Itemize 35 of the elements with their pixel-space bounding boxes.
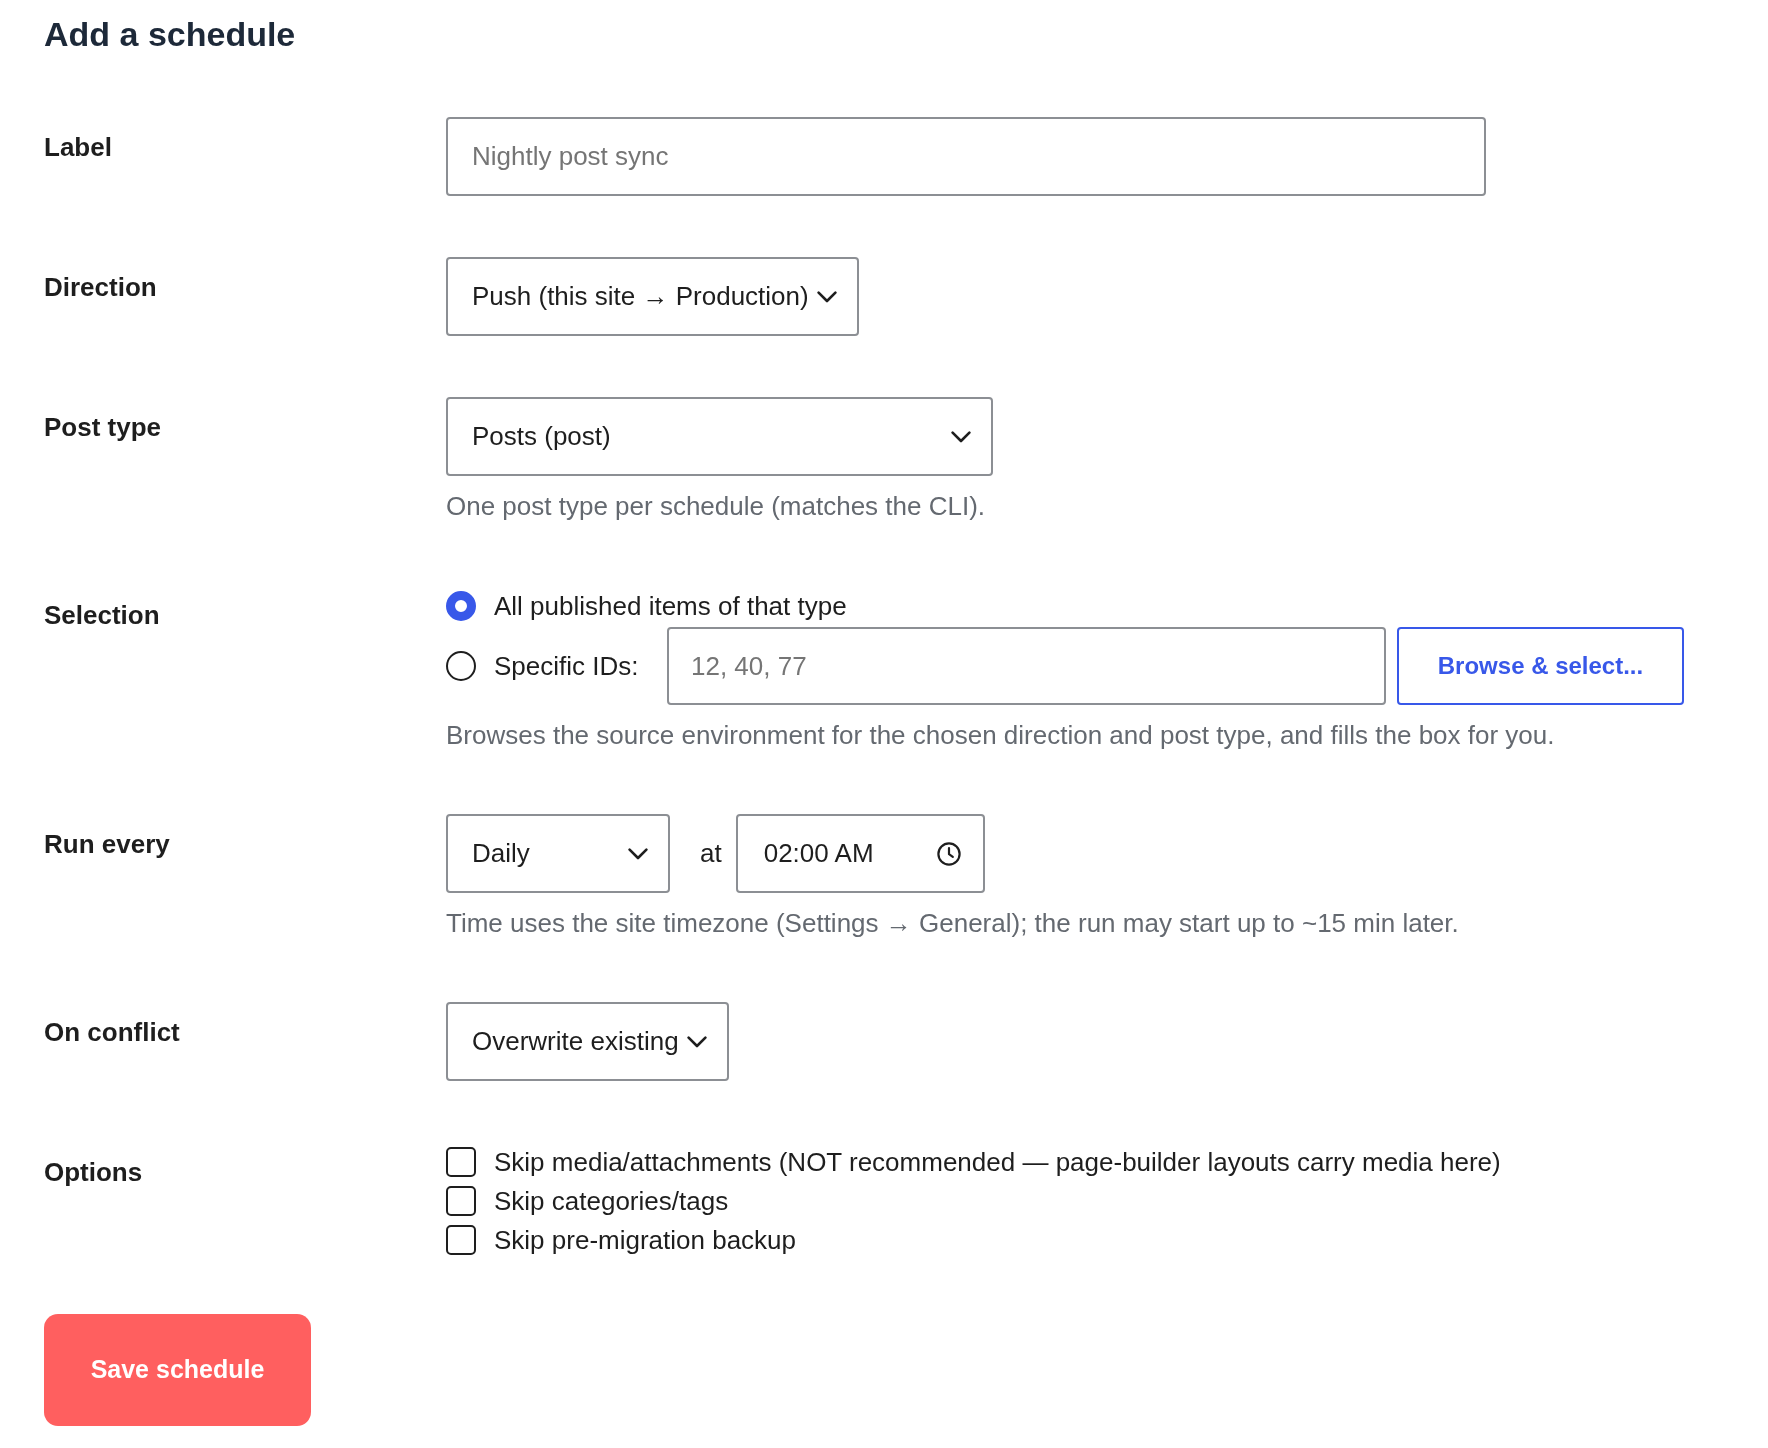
checkbox[interactable] xyxy=(446,1185,476,1216)
time-field[interactable]: 02:00 AM xyxy=(735,814,985,893)
field-label: Selection xyxy=(44,599,161,631)
checkbox-label: Skip media/attachments (NOT recommended — page-builder layouts carry media here) xyxy=(494,1145,1501,1179)
checkbox-label: Skip pre-migration backup xyxy=(494,1223,797,1257)
ids-input[interactable]: 12, 40, 77 xyxy=(667,627,1386,705)
radio-label: Specific IDs: xyxy=(494,650,640,683)
field-label: Run every xyxy=(44,828,171,860)
page-title: Add a schedule xyxy=(44,14,296,55)
chevron-down-icon xyxy=(628,847,648,860)
at-label: at xyxy=(700,837,722,870)
checkbox-label: Skip categories/tags xyxy=(494,1184,729,1218)
checkbox[interactable] xyxy=(446,1146,476,1177)
chevron-down-icon xyxy=(686,1035,707,1048)
checkbox[interactable] xyxy=(446,1224,476,1255)
field-label: Direction xyxy=(44,271,158,303)
chevron-down-icon xyxy=(816,290,837,303)
radio-label: All published items of that type xyxy=(494,590,847,623)
text-input[interactable]: Nightly post sync xyxy=(446,117,1486,196)
frequency-select[interactable]: Daily xyxy=(446,814,670,893)
radio-button[interactable] xyxy=(446,591,476,621)
field-label: Label xyxy=(44,131,113,163)
field-label: Options xyxy=(44,1156,144,1188)
direction-select[interactable]: Push (this site → Production) xyxy=(446,257,859,336)
help-text: One post type per schedule (matches the CLI). xyxy=(446,490,986,523)
help-text: Time uses the site timezone (Settings → General); the run may start up to ~15 min later. xyxy=(446,907,1459,940)
field-label: On conflict xyxy=(44,1016,181,1048)
clock-icon xyxy=(936,841,961,866)
field-label: Post type xyxy=(44,411,163,443)
post-type-select[interactable]: Posts (post) xyxy=(446,397,993,476)
help-text: Browses the source environment for the chosen direction and post type, and fills the box for you. xyxy=(446,719,1555,752)
chevron-down-icon xyxy=(951,430,971,443)
conflict-select[interactable]: Overwrite existing xyxy=(446,1002,729,1081)
browse-button[interactable]: Browse & select... xyxy=(1397,627,1684,705)
radio-button[interactable] xyxy=(446,651,476,681)
